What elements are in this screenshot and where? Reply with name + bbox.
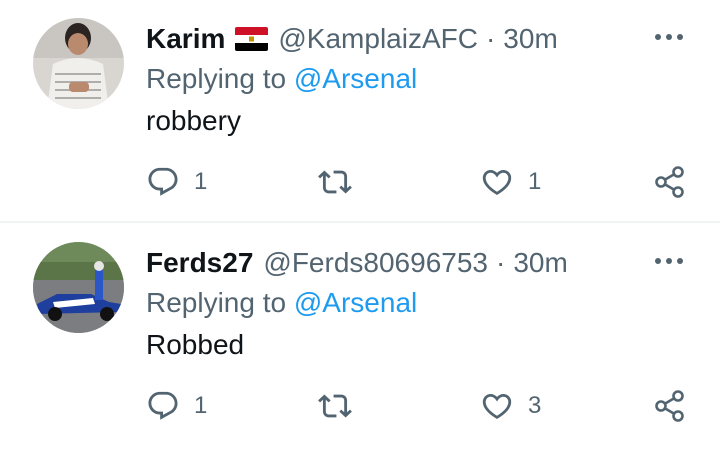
share-icon	[655, 390, 684, 422]
user-handle[interactable]: @Ferds80696753	[263, 246, 488, 280]
display-name[interactable]: Ferds27	[146, 246, 253, 280]
reply-button[interactable]: 1	[146, 162, 207, 202]
like-button[interactable]: 3	[480, 386, 541, 426]
divider	[0, 221, 720, 223]
replying-to-line: Replying to @Arsenal	[146, 286, 417, 320]
separator: ·	[485, 23, 496, 54]
reply-bubble-icon	[148, 167, 178, 196]
share-button[interactable]	[653, 162, 687, 202]
tweet-text: robbery	[146, 105, 241, 136]
reply-count: 1	[194, 168, 208, 195]
retweet-button[interactable]	[318, 386, 366, 426]
reply-bubble-icon	[148, 391, 178, 420]
like-count: 1	[528, 168, 542, 195]
like-count: 3	[528, 392, 542, 419]
timestamp[interactable]: 30m	[503, 22, 557, 56]
more-dots-icon[interactable]	[654, 254, 684, 268]
replying-prefix: Replying to	[146, 287, 294, 318]
tweet-header: Karim @KamplaizAFC · 30m	[146, 22, 558, 56]
retweet-button[interactable]	[318, 162, 366, 202]
egypt-flag-icon	[235, 27, 269, 51]
separator: ·	[495, 247, 506, 278]
replies-feed: Karim @KamplaizAFC · 30m Replying to @Ar…	[0, 0, 720, 450]
avatar[interactable]	[33, 242, 124, 333]
like-button[interactable]: 1	[480, 162, 541, 202]
reply-count: 1	[194, 392, 208, 419]
display-name[interactable]: Karim	[146, 22, 225, 56]
share-icon	[655, 166, 684, 198]
avatar[interactable]	[33, 18, 124, 109]
retweet-icon	[318, 394, 352, 418]
reply-tweet[interactable]: Ferds27 @Ferds80696753 · 30m Replying to…	[0, 224, 720, 450]
action-bar: 1 1	[0, 162, 720, 202]
timestamp[interactable]: 30m	[513, 246, 567, 280]
replying-prefix: Replying to	[146, 63, 294, 94]
action-bar: 1 3	[0, 386, 720, 426]
retweet-icon	[318, 170, 352, 194]
heart-icon	[482, 169, 512, 195]
replying-to-line: Replying to @Arsenal	[146, 62, 417, 96]
user-handle[interactable]: @KamplaizAFC	[278, 22, 478, 56]
reply-tweet[interactable]: Karim @KamplaizAFC · 30m Replying to @Ar…	[0, 0, 720, 222]
reply-button[interactable]: 1	[146, 386, 207, 426]
more-dots-icon[interactable]	[654, 30, 684, 44]
heart-icon	[482, 393, 512, 419]
mention-link[interactable]: @Arsenal	[294, 63, 417, 94]
mention-link[interactable]: @Arsenal	[294, 287, 417, 318]
share-button[interactable]	[653, 386, 687, 426]
tweet-text: Robbed	[146, 329, 245, 360]
tweet-header: Ferds27 @Ferds80696753 · 30m	[146, 246, 568, 280]
